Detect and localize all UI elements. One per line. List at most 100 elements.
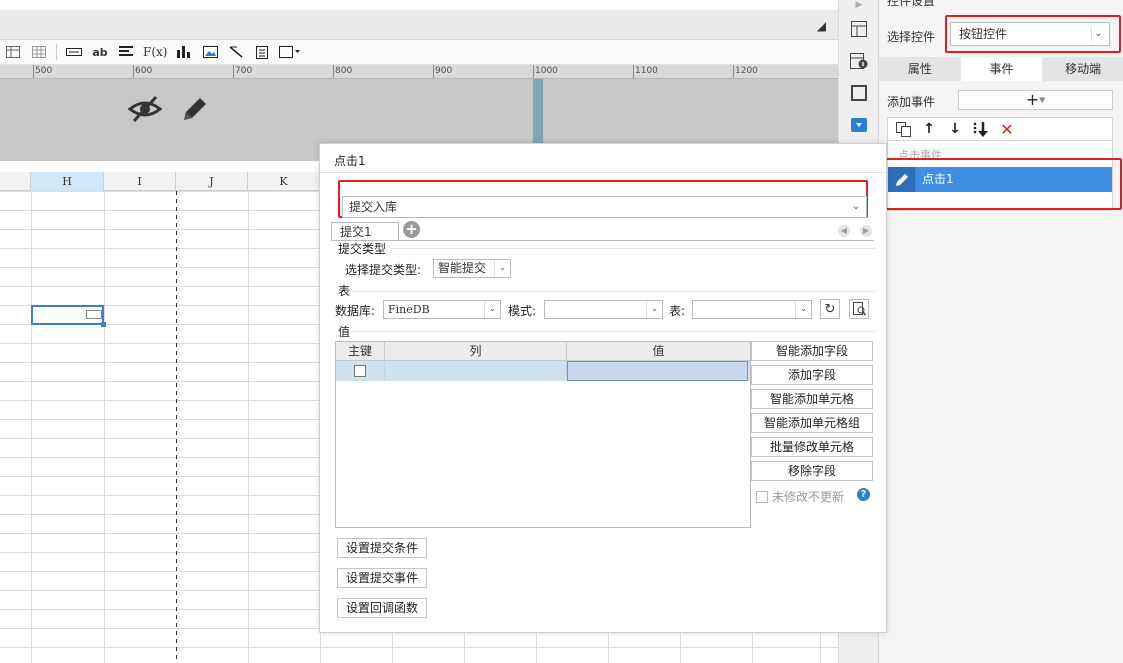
column-header-i[interactable]: I bbox=[104, 172, 176, 191]
remove-field-button[interactable]: 移除字段 bbox=[751, 461, 873, 481]
table-select[interactable]: ⌄ bbox=[692, 300, 812, 319]
add-tab-icon[interactable]: + bbox=[403, 221, 420, 238]
grid-icon[interactable] bbox=[30, 43, 48, 61]
primary-key-cell bbox=[336, 361, 385, 381]
ruler-tick bbox=[633, 65, 634, 78]
help-icon[interactable]: ? bbox=[857, 488, 870, 501]
tab-attributes[interactable]: 属性 bbox=[879, 57, 961, 81]
widget-settings-icon[interactable] bbox=[848, 114, 870, 136]
set-submit-condition-button[interactable]: 设置提交条件 bbox=[337, 538, 427, 558]
ruler-label: 1100 bbox=[635, 66, 658, 76]
action-type-value: 提交入库 bbox=[349, 200, 398, 214]
hidden-eye-icon[interactable] bbox=[127, 95, 163, 126]
submit-type-select[interactable]: 智能提交 ⌄ bbox=[433, 259, 511, 278]
tab-submit-1[interactable]: 提交1 bbox=[331, 222, 399, 241]
fill-handle[interactable] bbox=[101, 322, 106, 327]
column-cell[interactable] bbox=[385, 361, 567, 381]
column-header-k[interactable]: K bbox=[248, 172, 320, 191]
page-break-line bbox=[176, 191, 177, 663]
action-type-select[interactable]: 提交入库 ⌄ bbox=[342, 196, 867, 218]
widget-frame-icon[interactable] bbox=[848, 82, 870, 104]
move-bottom-icon[interactable] bbox=[972, 120, 990, 138]
ruler-tick bbox=[333, 65, 334, 78]
set-submit-event-button[interactable]: 设置提交事件 bbox=[337, 568, 427, 588]
chevron-down-icon[interactable]: ⌄ bbox=[484, 301, 500, 318]
toolbar-separator bbox=[56, 44, 57, 60]
ruler-tick bbox=[733, 65, 734, 78]
add-field-button[interactable]: 添加字段 bbox=[751, 365, 873, 385]
refresh-button[interactable]: ↻ bbox=[820, 299, 840, 319]
tab-mobile[interactable]: 移动端 bbox=[1042, 57, 1123, 81]
collapse-toolbar-icon[interactable]: ◢ bbox=[817, 19, 826, 33]
arrow-up-icon[interactable]: ↑ bbox=[920, 120, 938, 138]
selected-cell[interactable] bbox=[31, 305, 106, 327]
button-widget-icon bbox=[86, 310, 102, 319]
column-header-h[interactable]: H bbox=[31, 172, 104, 191]
panel-tabs: 属性 事件 移动端 bbox=[879, 57, 1123, 81]
document-icon[interactable] bbox=[253, 43, 271, 61]
batch-modify-cell-button[interactable]: 批量修改单元格 bbox=[751, 437, 873, 457]
align-icon[interactable] bbox=[117, 43, 135, 61]
smart-add-cell-group-button[interactable]: 智能添加单元格组 bbox=[751, 413, 873, 433]
set-callback-function-button[interactable]: 设置回调函数 bbox=[337, 598, 427, 618]
primary-key-checkbox[interactable] bbox=[354, 365, 366, 377]
tab-events[interactable]: 事件 bbox=[960, 57, 1043, 81]
ruler-label: 700 bbox=[235, 66, 253, 76]
divider bbox=[352, 331, 876, 332]
no-update-checkbox[interactable] bbox=[756, 490, 768, 503]
divider bbox=[320, 172, 886, 173]
dialog-title: 点击1 bbox=[334, 154, 366, 168]
value-cell[interactable] bbox=[567, 361, 748, 381]
cell-info-icon[interactable] bbox=[848, 50, 870, 72]
tab-next-icon[interactable]: ▶ bbox=[860, 225, 872, 237]
add-event-button[interactable]: +▼ bbox=[958, 90, 1113, 110]
header-value: 值 bbox=[652, 344, 665, 358]
cell-attribute-icon[interactable] bbox=[848, 18, 870, 40]
preview-button[interactable] bbox=[849, 299, 869, 319]
plus-icon: + bbox=[1025, 90, 1040, 109]
no-update-option[interactable]: 未修改不更新 bbox=[756, 488, 844, 505]
formula-icon[interactable]: F(x) bbox=[143, 43, 167, 61]
copy-icon[interactable] bbox=[894, 120, 912, 138]
label-ab-icon[interactable]: ab bbox=[91, 43, 109, 61]
value-table: 主键 列 值 bbox=[335, 341, 751, 528]
table-row[interactable] bbox=[336, 361, 750, 381]
table-icon[interactable] bbox=[4, 43, 22, 61]
chevron-down-icon[interactable]: ⌄ bbox=[646, 301, 662, 318]
ruler-tick bbox=[33, 65, 34, 78]
table-label: 表: bbox=[669, 304, 686, 318]
grid-line bbox=[248, 191, 249, 663]
event-dialog: 点击1 提交入库 ⌄ 提交1 + ◀ ▶ 提交类型 选择提交类型: 智能提交 ⌄… bbox=[319, 143, 887, 633]
delete-icon[interactable]: ✕ bbox=[998, 120, 1016, 139]
arrow-down-icon[interactable]: ↓ bbox=[946, 120, 964, 138]
horizontal-ruler: 500 600 700 800 900 1000 1100 1200 bbox=[0, 65, 838, 79]
chevron-down-icon[interactable]: ⌄ bbox=[848, 199, 864, 215]
text-field-icon[interactable] bbox=[65, 43, 83, 61]
chevron-down-icon[interactable]: ⌄ bbox=[795, 301, 811, 318]
smart-add-field-button[interactable]: 智能添加字段 bbox=[751, 341, 873, 361]
submit-type-label: 选择提交类型: bbox=[345, 263, 422, 277]
ruler-label: 600 bbox=[135, 66, 153, 76]
ruler-tick bbox=[433, 65, 434, 78]
chart-icon[interactable] bbox=[175, 43, 193, 61]
expand-arrow-icon[interactable]: ▶ bbox=[848, 0, 870, 16]
value-table-header: 主键 列 值 bbox=[336, 342, 750, 361]
database-select[interactable]: FineDB ⌄ bbox=[383, 300, 501, 319]
highlight-box bbox=[945, 15, 1121, 53]
slash-icon[interactable] bbox=[227, 43, 245, 61]
chevron-down-icon[interactable]: ⌄ bbox=[494, 260, 510, 277]
border-icon[interactable] bbox=[279, 43, 301, 61]
ruler-label: 1200 bbox=[735, 66, 758, 76]
image-icon[interactable] bbox=[201, 43, 219, 61]
ruler-label: 1000 bbox=[535, 66, 558, 76]
mode-select[interactable]: ⌄ bbox=[544, 300, 663, 319]
ruler-tick bbox=[233, 65, 234, 78]
tab-prev-icon[interactable]: ◀ bbox=[838, 225, 850, 237]
smart-add-cell-button[interactable]: 智能添加单元格 bbox=[751, 389, 873, 409]
column-header-j[interactable]: J bbox=[176, 172, 248, 191]
grid-line bbox=[104, 191, 105, 663]
value-section: 值 bbox=[338, 325, 351, 339]
pencil-icon[interactable] bbox=[180, 94, 210, 127]
ruler-label: 900 bbox=[435, 66, 453, 76]
add-event-label: 添加事件 bbox=[887, 95, 936, 109]
